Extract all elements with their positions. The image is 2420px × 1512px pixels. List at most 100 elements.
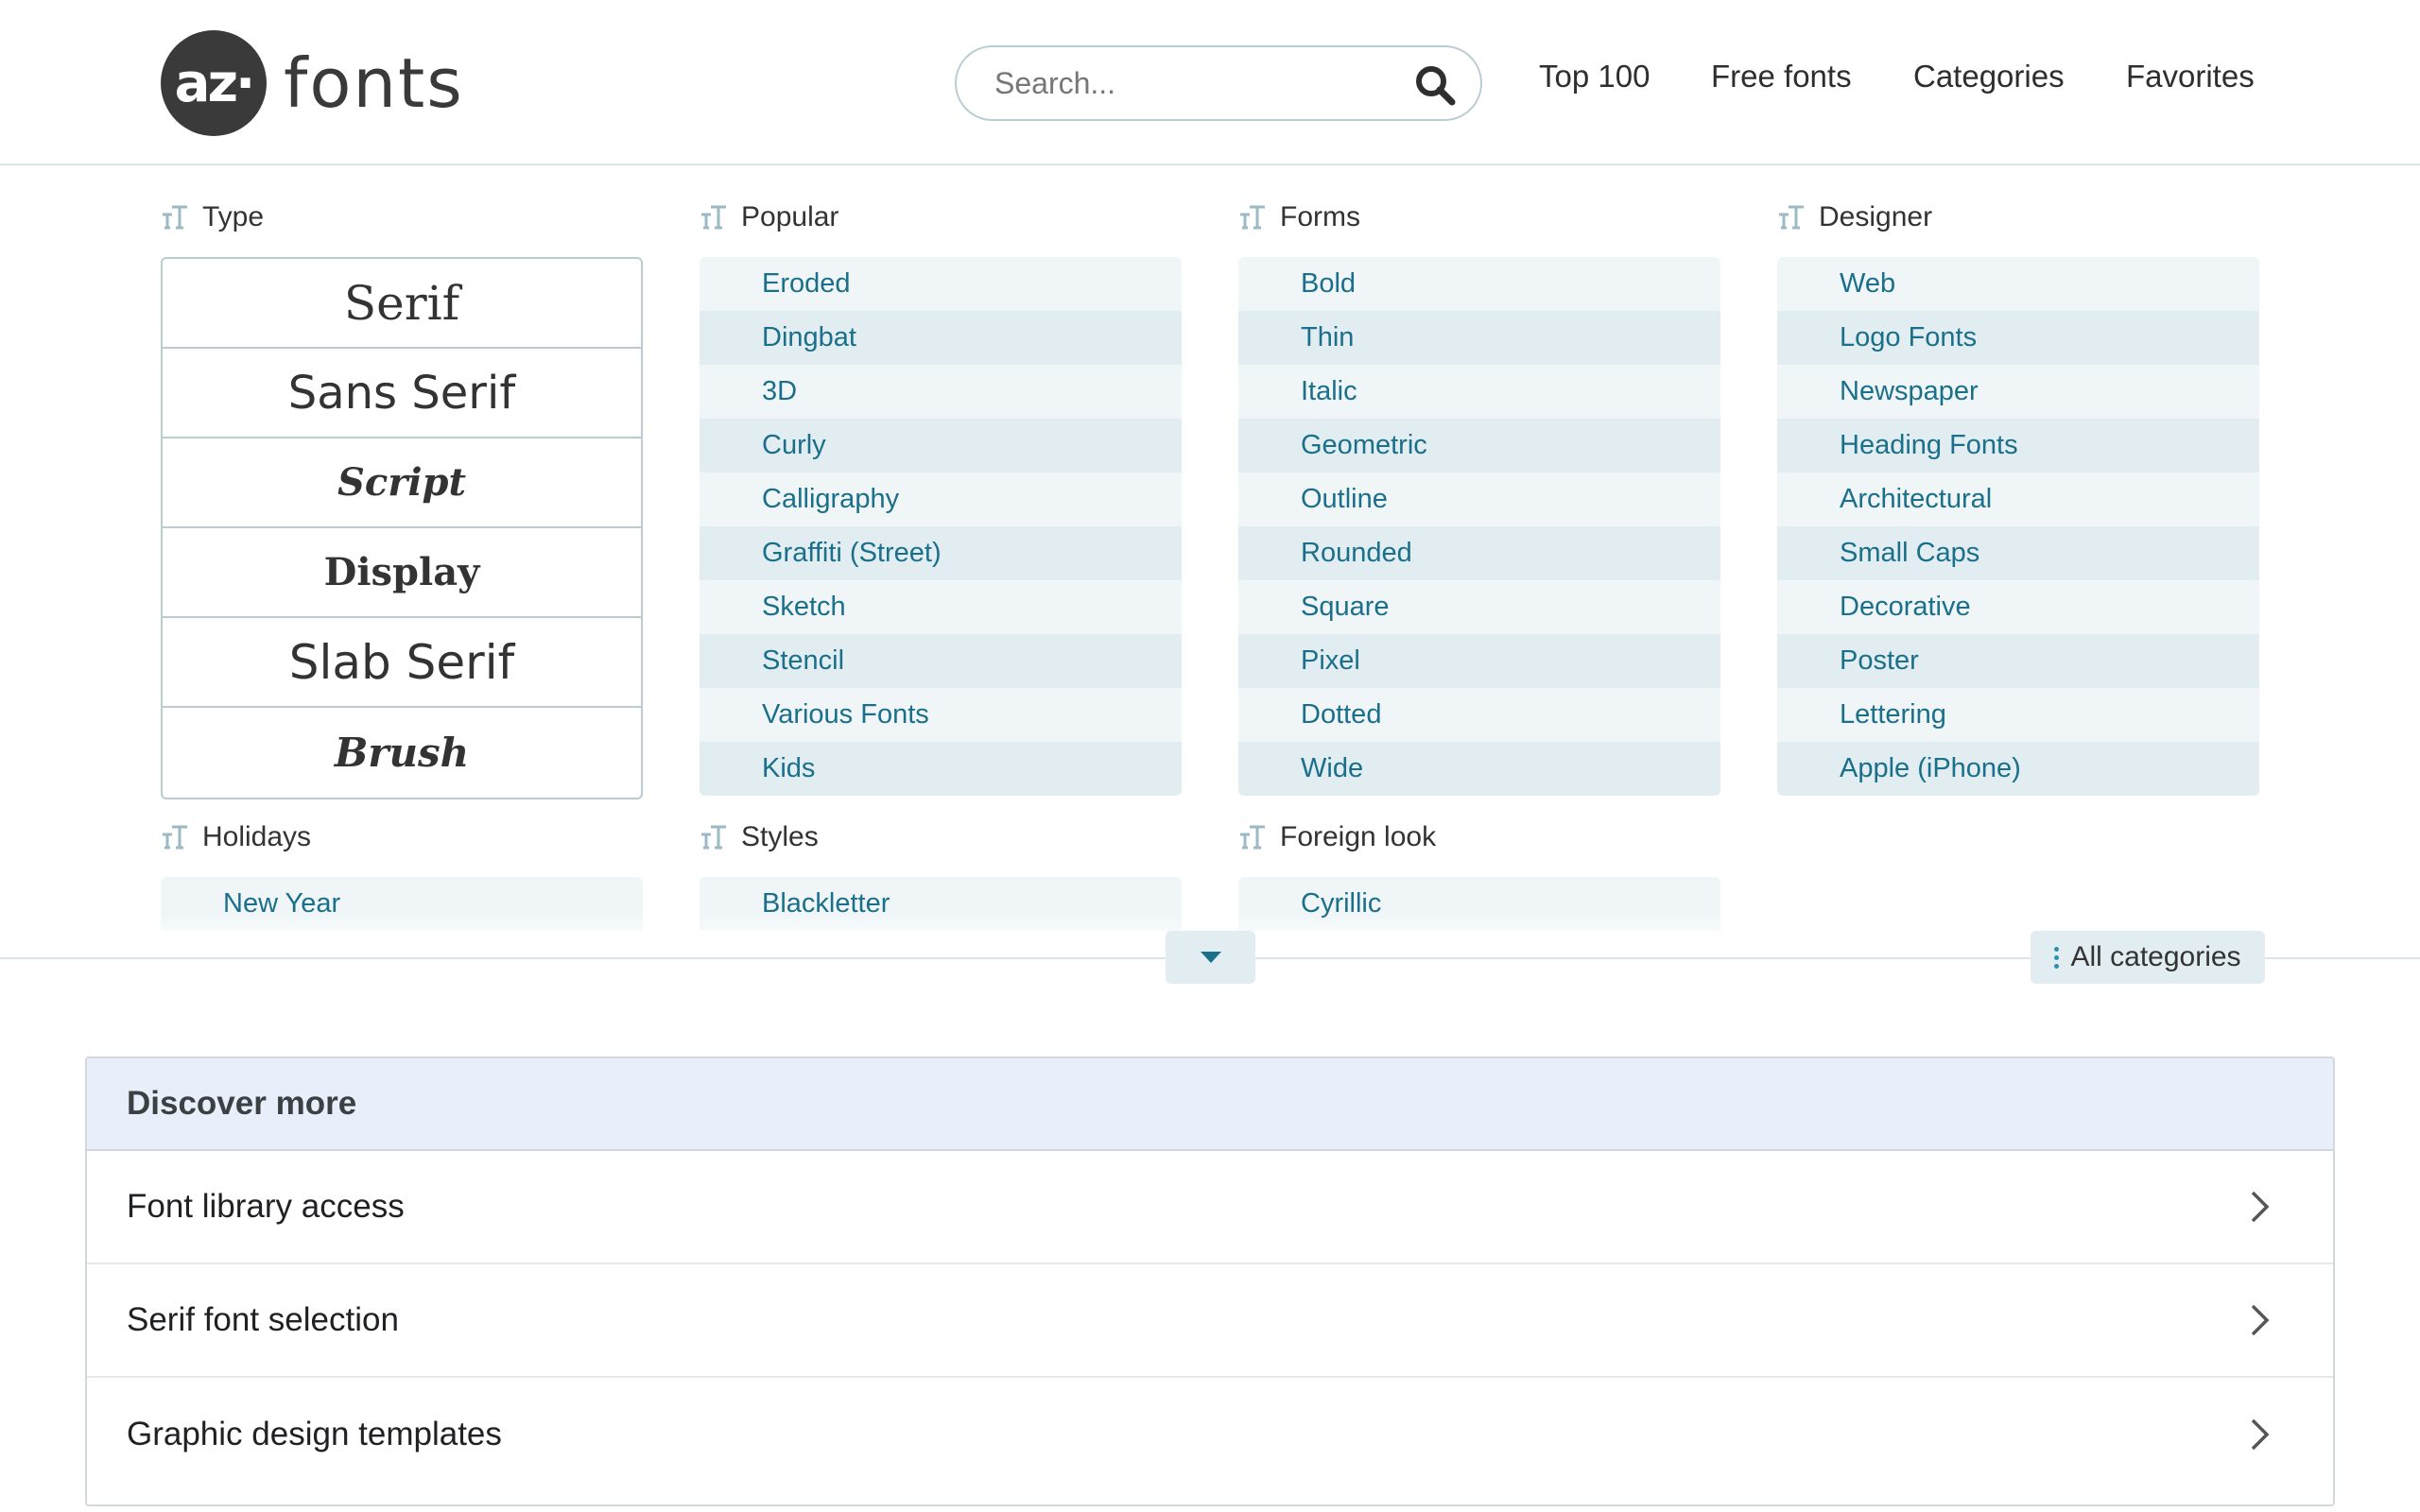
column-title: Designer [1777, 197, 2259, 238]
list-item[interactable]: Web [1777, 257, 2259, 311]
column-title: Holidays [161, 816, 643, 858]
list-item[interactable]: Thin [1238, 311, 1720, 365]
list-item[interactable]: Square [1238, 580, 1720, 634]
text-type-icon [701, 205, 726, 230]
discover-item-label: Graphic design templates [127, 1416, 502, 1452]
column-styles: Styles Blackletter [700, 816, 1182, 953]
text-type-icon [163, 825, 187, 850]
list-item[interactable]: Italic [1238, 365, 1720, 419]
list-item[interactable]: Various Fonts [700, 688, 1182, 742]
column-type: Type Serif Sans Serif Script Display Sla… [161, 197, 643, 799]
list-item[interactable]: Rounded [1238, 526, 1720, 580]
nav-free-fonts[interactable]: Free fonts [1711, 59, 1852, 94]
discover-item-label: Serif font selection [127, 1301, 399, 1338]
list-item[interactable]: Stencil [700, 634, 1182, 688]
logo-badge: az· [161, 30, 267, 136]
discover-more-title: Discover more [87, 1058, 2333, 1151]
type-display[interactable]: Display [163, 528, 641, 618]
list-item[interactable]: Wide [1238, 742, 1720, 796]
text-type-icon [163, 205, 187, 230]
list-item[interactable]: Dotted [1238, 688, 1720, 742]
list-item[interactable]: Small Caps [1777, 526, 2259, 580]
discover-more-panel: Discover more Font library access Serif … [85, 1057, 2335, 1506]
list-item[interactable]: 3D [700, 365, 1182, 419]
vertical-dots-icon [2054, 945, 2060, 971]
site-header: az· fonts Top 100 Free fonts Categories … [0, 0, 2420, 165]
list-item[interactable]: Decorative [1777, 580, 2259, 634]
column-title-label: Designer [1819, 201, 1933, 232]
site-logo[interactable]: az· fonts [161, 30, 464, 136]
foreign-look-list: Cyrillic [1238, 877, 1720, 953]
text-type-icon [1779, 205, 1804, 230]
list-item[interactable]: Curly [700, 419, 1182, 472]
type-list: Serif Sans Serif Script Display Slab Ser… [161, 257, 643, 799]
search-icon[interactable] [1414, 64, 1456, 106]
list-item[interactable]: Poster [1777, 634, 2259, 688]
column-title: Styles [700, 816, 1182, 858]
popular-list: Eroded Dingbat 3D Curly Calligraphy Graf… [700, 257, 1182, 796]
column-title: Foreign look [1238, 816, 1720, 858]
list-item[interactable]: Pixel [1238, 634, 1720, 688]
text-type-icon [1240, 205, 1265, 230]
type-slab-serif[interactable]: Slab Serif [163, 618, 641, 708]
column-forms: Forms Bold Thin Italic Geometric Outline… [1238, 197, 1720, 796]
list-item[interactable]: Apple (iPhone) [1777, 742, 2259, 796]
styles-list: Blackletter [700, 877, 1182, 953]
nav-top-100[interactable]: Top 100 [1539, 59, 1650, 94]
column-title-label: Holidays [202, 821, 312, 852]
all-categories-button[interactable]: All categories [2031, 931, 2265, 984]
type-sans-serif[interactable]: Sans Serif [163, 349, 641, 438]
column-title: Type [161, 197, 643, 238]
column-title: Popular [700, 197, 1182, 238]
list-item[interactable]: Architectural [1777, 472, 2259, 526]
list-item[interactable]: New Year [161, 877, 643, 931]
list-item[interactable]: Newspaper [1777, 365, 2259, 419]
logo-text: fonts [284, 43, 464, 123]
list-item[interactable]: Kids [700, 742, 1182, 796]
type-serif[interactable]: Serif [163, 259, 641, 349]
designer-list: Web Logo Fonts Newspaper Heading Fonts A… [1777, 257, 2259, 796]
type-brush[interactable]: Brush [163, 708, 641, 798]
list-item[interactable]: Dingbat [700, 311, 1182, 365]
chevron-right-icon [2251, 1418, 2270, 1451]
column-holidays: Holidays New Year [161, 816, 643, 953]
text-type-icon [701, 825, 726, 850]
list-item[interactable]: Sketch [700, 580, 1182, 634]
list-item[interactable]: Cyrillic [1238, 877, 1720, 931]
forms-list: Bold Thin Italic Geometric Outline Round… [1238, 257, 1720, 796]
expand-categories-button[interactable] [1166, 931, 1255, 984]
chevron-right-icon [2251, 1191, 2270, 1223]
discover-item-label: Font library access [127, 1188, 405, 1225]
discover-item[interactable]: Serif font selection [87, 1264, 2333, 1378]
caret-down-icon [1200, 952, 1221, 963]
list-item[interactable]: Bold [1238, 257, 1720, 311]
search-box [955, 45, 1482, 121]
column-popular: Popular Eroded Dingbat 3D Curly Calligra… [700, 197, 1182, 796]
list-item[interactable]: Blackletter [700, 877, 1182, 931]
column-foreign-look: Foreign look Cyrillic [1238, 816, 1720, 953]
column-title: Forms [1238, 197, 1720, 238]
list-item[interactable]: Lettering [1777, 688, 2259, 742]
chevron-right-icon [2251, 1304, 2270, 1336]
nav-favorites[interactable]: Favorites [2126, 59, 2255, 94]
text-type-icon [1240, 825, 1265, 850]
column-title-label: Forms [1280, 201, 1360, 232]
list-item[interactable]: Logo Fonts [1777, 311, 2259, 365]
list-item[interactable]: Heading Fonts [1777, 419, 2259, 472]
list-item[interactable]: Graffiti (Street) [700, 526, 1182, 580]
column-title-label: Type [202, 201, 265, 232]
column-title-label: Foreign look [1280, 821, 1437, 852]
holidays-list: New Year [161, 877, 643, 953]
all-categories-label: All categories [2070, 941, 2241, 972]
discover-item[interactable]: Graphic design templates [87, 1378, 2333, 1491]
column-designer: Designer Web Logo Fonts Newspaper Headin… [1777, 197, 2259, 796]
type-script[interactable]: Script [163, 438, 641, 528]
nav-categories[interactable]: Categories [1913, 59, 2065, 94]
list-item[interactable]: Outline [1238, 472, 1720, 526]
column-title-label: Styles [741, 821, 819, 852]
list-item[interactable]: Calligraphy [700, 472, 1182, 526]
list-item[interactable]: Eroded [700, 257, 1182, 311]
search-input[interactable] [994, 65, 1410, 101]
list-item[interactable]: Geometric [1238, 419, 1720, 472]
discover-item[interactable]: Font library access [87, 1151, 2333, 1264]
